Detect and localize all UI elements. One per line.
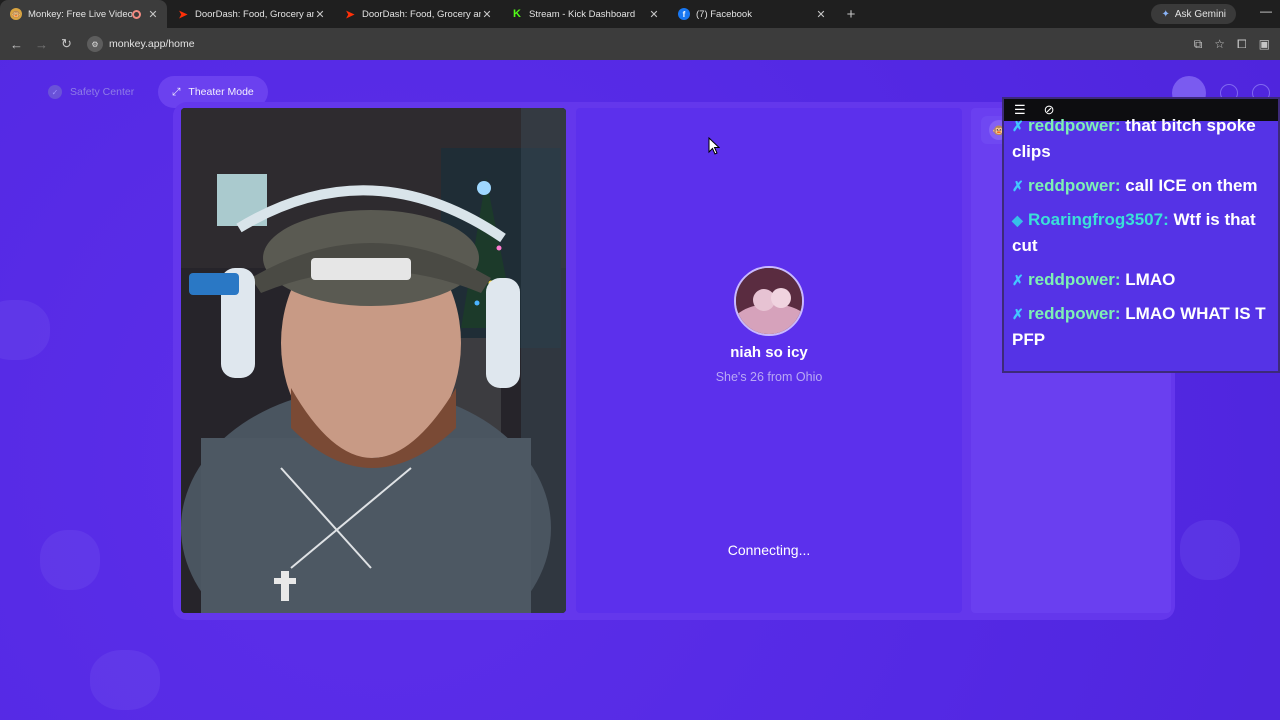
minimize-icon[interactable]: —	[1260, 4, 1272, 18]
ask-gemini-button[interactable]: ✦ Ask Gemini	[1151, 4, 1236, 24]
url-text: monkey.app/home	[109, 38, 195, 50]
mouse-cursor-icon	[708, 137, 720, 155]
tab-doordash-2[interactable]: ➤ DoorDash: Food, Grocery and R ✕	[334, 0, 501, 28]
sword-icon: ✗	[1012, 272, 1024, 288]
background-blob	[1180, 520, 1240, 580]
chat-message: ✗ reddpower: LMAO WHAT IS T PFP	[1012, 301, 1280, 352]
sword-icon: ✗	[1012, 306, 1024, 322]
site-info-icon[interactable]: ⚙	[87, 36, 103, 52]
close-tab-icon[interactable]: ✕	[648, 8, 660, 21]
tab-title: Monkey: Free Live Video Ch	[28, 8, 132, 20]
chat-username: Roaringfrog3507:	[1028, 210, 1169, 229]
tab-doordash-1[interactable]: ➤ DoorDash: Food, Grocery and R ✕	[167, 0, 334, 28]
partner-name: niah so icy	[730, 344, 808, 361]
toolbar-actions: ⧉ ☆ ⧠ ▣	[1194, 28, 1276, 60]
chat-username: reddpower:	[1028, 270, 1121, 289]
browser-tab-bar: 🐵 Monkey: Free Live Video Ch ✕ ➤ DoorDas…	[0, 0, 1280, 28]
recording-icon	[132, 9, 141, 19]
tab-title: DoorDash: Food, Grocery and R	[195, 8, 314, 20]
extensions-icon[interactable]: ⧠	[1237, 37, 1247, 52]
chat-text: LMAO	[1125, 270, 1176, 289]
forward-icon[interactable]: →	[29, 37, 54, 52]
close-tab-icon[interactable]: ✕	[314, 8, 326, 21]
expand-icon: ⤢	[172, 85, 181, 98]
safety-center-button[interactable]: ✓ Safety Center	[34, 76, 148, 108]
safety-center-label: Safety Center	[70, 86, 135, 98]
kick-icon: K	[511, 8, 523, 20]
tab-monkey[interactable]: 🐵 Monkey: Free Live Video Ch ✕	[0, 0, 167, 28]
address-bar-row: ← → ↻ ⚙ monkey.app/home ⧉ ☆ ⧠ ▣	[0, 28, 1280, 60]
avatar-image	[736, 268, 802, 334]
connection-status: Connecting...	[727, 542, 811, 558]
tab-kick[interactable]: K Stream - Kick Dashboard ✕	[501, 0, 668, 28]
partner-info: She's 26 from Ohio	[715, 370, 823, 384]
match-panel: niah so icy She's 26 from Ohio Connectin…	[576, 108, 962, 613]
install-app-icon[interactable]: ⧉	[1194, 37, 1203, 52]
chat-message: ✗ reddpower: call ICE on them	[1012, 173, 1280, 199]
tab-facebook[interactable]: f (7) Facebook ✕	[668, 0, 835, 28]
chat-username: reddpower:	[1028, 116, 1121, 135]
diamond-icon: ◆	[1012, 212, 1023, 228]
chat-text: call ICE on them	[1125, 176, 1258, 195]
chat-message: ✗ reddpower: that bitch spoke clips	[1012, 113, 1280, 164]
local-video-feed	[181, 108, 566, 613]
tab-title: Stream - Kick Dashboard	[529, 8, 636, 20]
background-blob	[0, 300, 50, 360]
facebook-icon: f	[678, 8, 690, 20]
doordash-icon: ➤	[345, 8, 355, 21]
new-tab-button[interactable]: +	[839, 6, 863, 23]
chat-username: reddpower:	[1028, 304, 1121, 323]
url-field[interactable]: ⚙ monkey.app/home	[87, 32, 195, 56]
gemini-icon: ✦	[1161, 8, 1170, 20]
sword-icon: ✗	[1012, 118, 1024, 134]
bookmark-star-icon[interactable]: ☆	[1214, 37, 1225, 51]
partner-avatar	[734, 266, 804, 336]
tab-title: (7) Facebook	[696, 8, 752, 20]
shield-icon: ✓	[48, 85, 62, 99]
doordash-icon: ➤	[178, 8, 188, 21]
webcam-image	[181, 108, 566, 613]
stream-chat-overlay: ☰ ⊘ ✗ reddpower: that bitch spoke clips ✗…	[1002, 97, 1280, 373]
side-panel-icon[interactable]: ▣	[1259, 37, 1270, 51]
back-icon[interactable]: ←	[4, 37, 29, 52]
chat-message: ◆ Roaringfrog3507: Wtf is that cut	[1012, 207, 1280, 258]
close-tab-icon[interactable]: ✕	[481, 8, 493, 21]
theater-mode-label: Theater Mode	[188, 86, 254, 98]
close-tab-icon[interactable]: ✕	[815, 8, 827, 21]
chat-message: ✗ reddpower: LMAO	[1012, 267, 1280, 293]
background-blob	[90, 650, 160, 710]
close-tab-icon[interactable]: ✕	[147, 8, 159, 21]
chat-username: reddpower:	[1028, 176, 1121, 195]
reload-icon[interactable]: ↻	[54, 36, 79, 52]
tab-title: DoorDash: Food, Grocery and R	[362, 8, 481, 20]
gemini-label: Ask Gemini	[1174, 8, 1226, 20]
monkey-icon: 🐵	[10, 8, 22, 20]
sword-icon: ✗	[1012, 178, 1024, 194]
background-blob	[40, 530, 100, 590]
